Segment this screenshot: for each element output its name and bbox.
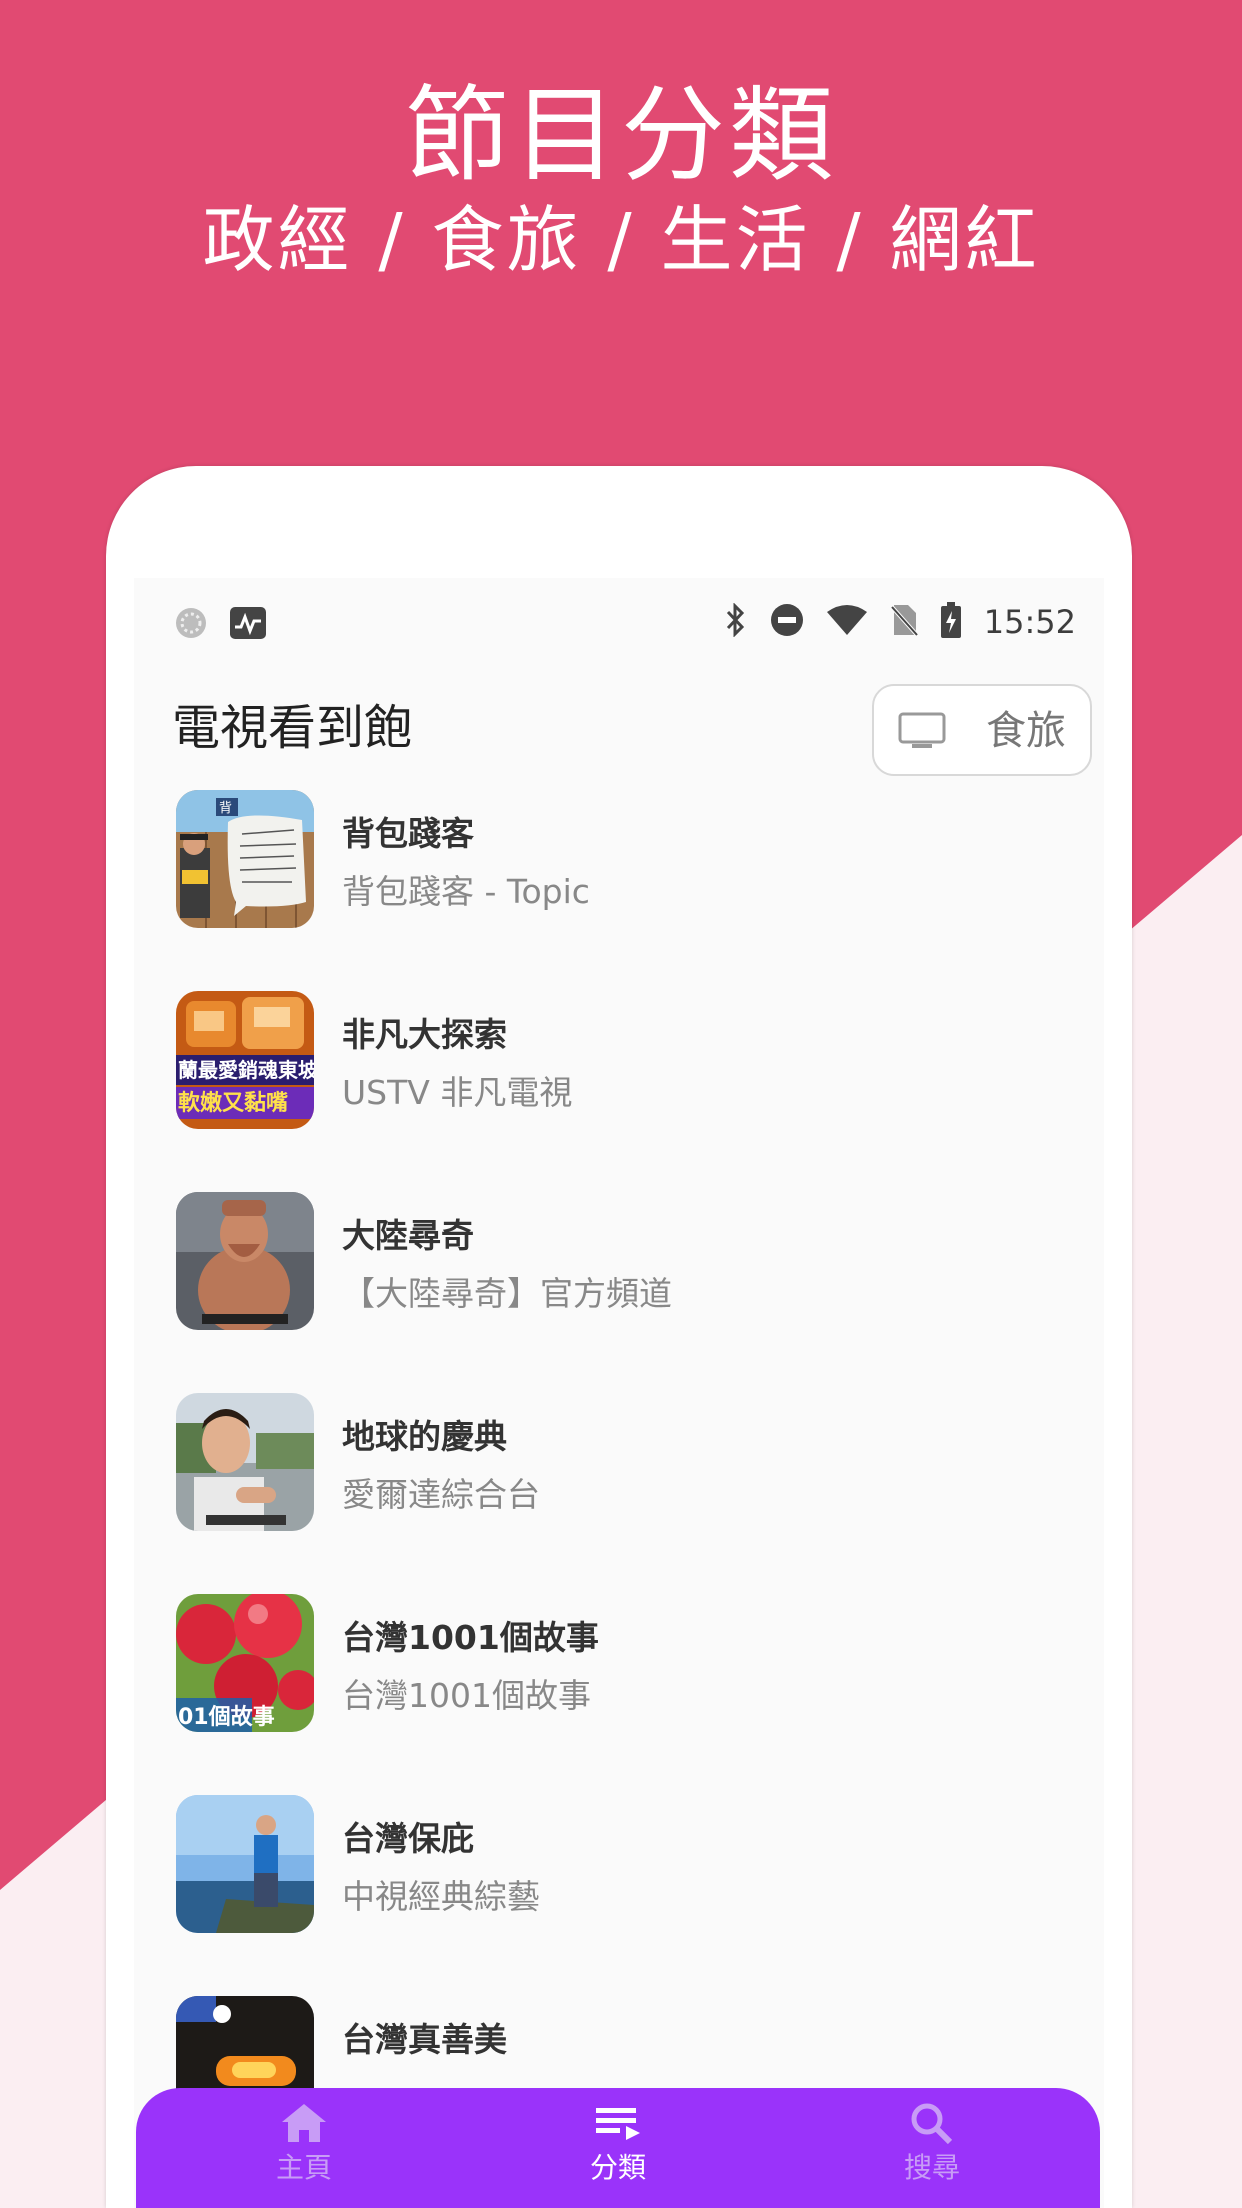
activity-icon	[230, 607, 266, 643]
tv-icon	[898, 712, 946, 754]
do-not-disturb-icon	[770, 603, 804, 641]
bottom-navigation: 主頁 分類 搜尋	[136, 2088, 1100, 2208]
bluetooth-icon	[724, 602, 748, 641]
program-channel: USTV 非凡電視	[342, 1073, 573, 1112]
thumb-tag-text: 背	[219, 801, 232, 816]
app-title: 電視看到飽	[172, 700, 413, 756]
program-channel: 中視經典綜藝	[342, 1877, 540, 1916]
program-item[interactable]: 01個故事 台灣1001個故事 台灣1001個故事	[134, 1594, 1104, 1795]
program-title: 背包踐客	[342, 814, 474, 853]
program-thumbnail	[176, 1393, 314, 1531]
program-title: 台灣1001個故事	[342, 1618, 599, 1657]
phone-frame: 15:52 電視看到飽 食旅 背 背包踐客 背包踐客 - Topic 蘭最愛銷魂…	[106, 466, 1132, 2208]
app-screen: 15:52 電視看到飽 食旅 背 背包踐客 背包踐客 - Topic 蘭最愛銷魂…	[134, 578, 1104, 2208]
status-bar: 15:52	[134, 578, 1104, 668]
thumb-caption-line1: 蘭最愛銷魂東坡	[178, 1058, 314, 1082]
program-item[interactable]: 台灣保庇 中視經典綜藝	[134, 1795, 1104, 1996]
program-title: 大陸尋奇	[342, 1216, 474, 1255]
list-icon	[594, 2108, 642, 2148]
status-time: 15:52	[983, 603, 1076, 641]
program-channel: 背包踐客 - Topic	[342, 872, 590, 911]
category-filter-button[interactable]: 食旅	[872, 684, 1092, 776]
app-bar: 電視看到飽 食旅	[134, 668, 1104, 786]
nav-categories[interactable]: 分類	[538, 2102, 698, 2186]
sync-icon	[174, 606, 208, 644]
program-channel: 愛爾達綜合台	[342, 1475, 540, 1514]
program-thumbnail	[176, 1192, 314, 1330]
promo-title: 節目分類	[404, 74, 837, 196]
program-thumbnail: 蘭最愛銷魂東坡 軟嫩又黏嘴	[176, 991, 314, 1129]
promo-subtitle: 政經 / 食旅 / 生活 / 網紅	[202, 198, 1040, 282]
program-item[interactable]: 地球的慶典 愛爾達綜合台	[134, 1393, 1104, 1594]
program-title: 台灣保庇	[342, 1819, 474, 1858]
program-channel: 台灣1001個故事	[342, 1676, 591, 1715]
no-sim-icon	[890, 603, 919, 641]
home-icon	[280, 2104, 328, 2148]
program-title: 台灣真善美	[342, 2020, 507, 2059]
nav-search[interactable]: 搜尋	[852, 2102, 1012, 2186]
program-title: 地球的慶典	[342, 1417, 507, 1456]
program-thumbnail	[176, 1795, 314, 1933]
nav-categories-label: 分類	[589, 2151, 646, 2184]
category-filter-label: 食旅	[986, 708, 1066, 754]
program-channel: 【大陸尋奇】官方頻道	[342, 1274, 672, 1313]
program-item[interactable]: 大陸尋奇 【大陸尋奇】官方頻道	[134, 1192, 1104, 1393]
program-thumbnail: 01個故事	[176, 1594, 314, 1732]
nav-home[interactable]: 主頁	[224, 2102, 384, 2186]
battery-charging-icon	[940, 602, 962, 642]
nav-search-label: 搜尋	[903, 2151, 960, 2184]
thumb-caption: 01個故事	[178, 1704, 275, 1730]
program-thumbnail: 背	[176, 790, 314, 928]
thumb-caption-line2: 軟嫩又黏嘴	[178, 1090, 288, 1116]
search-icon	[908, 2103, 956, 2148]
program-item[interactable]: 背 背包踐客 背包踐客 - Topic	[134, 790, 1104, 991]
wifi-icon	[826, 604, 868, 640]
program-title: 非凡大探索	[342, 1015, 507, 1054]
program-item[interactable]: 蘭最愛銷魂東坡 軟嫩又黏嘴 非凡大探索 USTV 非凡電視	[134, 991, 1104, 1192]
nav-home-label: 主頁	[275, 2151, 332, 2184]
